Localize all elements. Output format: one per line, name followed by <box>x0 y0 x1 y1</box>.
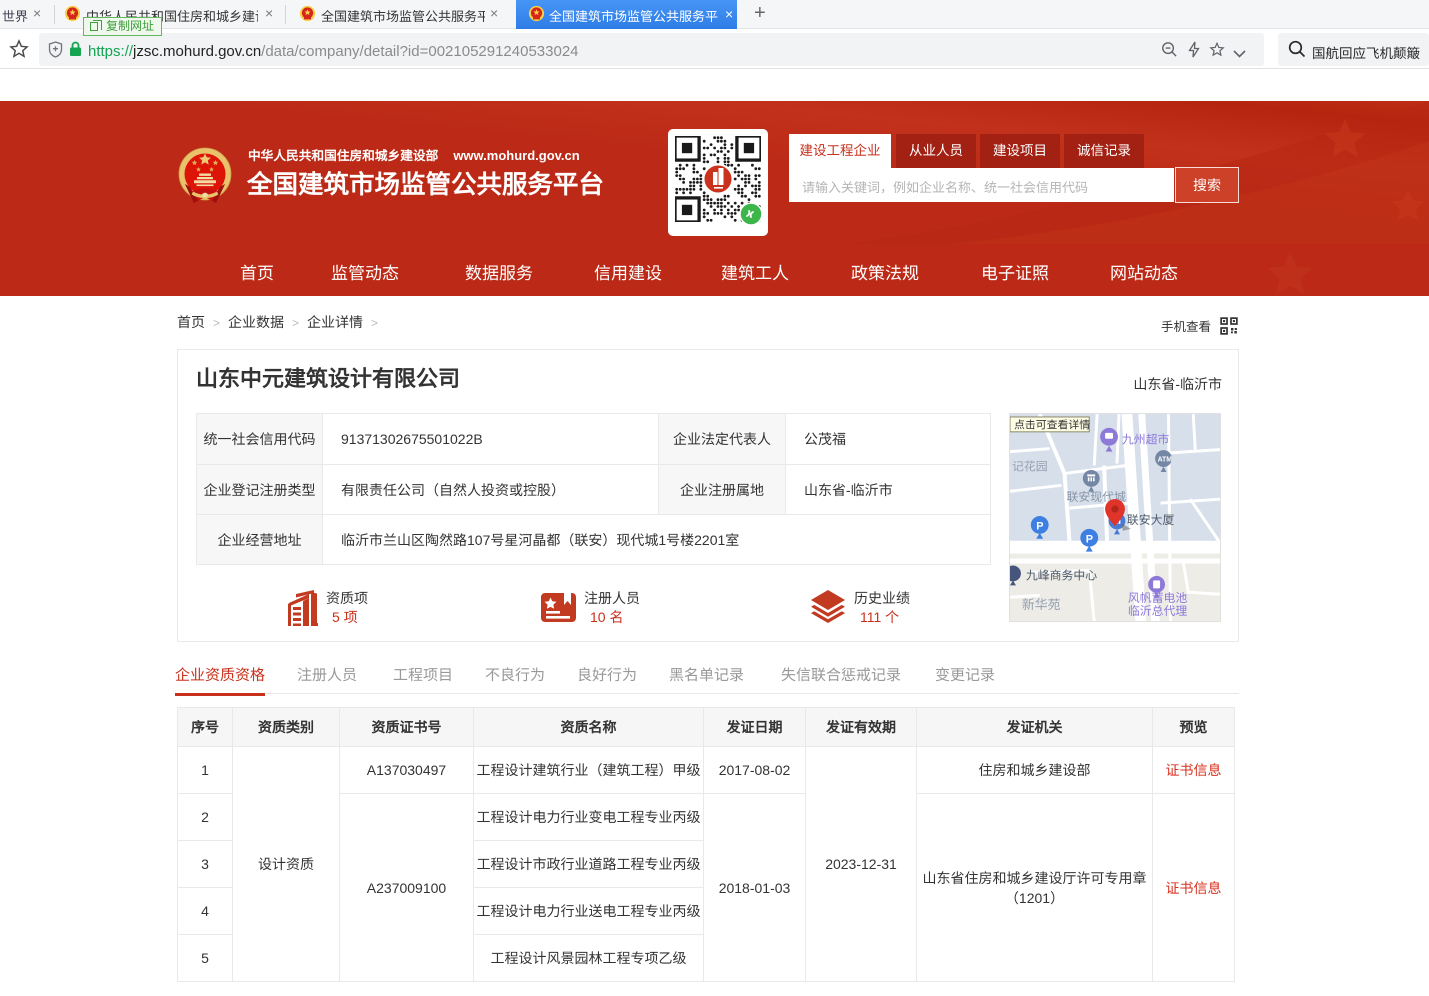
svg-text:新华苑: 新华苑 <box>1022 597 1061 612</box>
svg-text:九州超市: 九州超市 <box>1122 433 1170 447</box>
svg-text:九峰商务中心: 九峰商务中心 <box>1026 568 1097 582</box>
svg-text:ATM: ATM <box>1158 457 1173 464</box>
svg-text:临沂总代理: 临沂总代理 <box>1128 604 1187 618</box>
svg-text:记花园: 记花园 <box>1012 459 1048 473</box>
svg-text:P: P <box>1036 520 1043 532</box>
svg-text:P: P <box>1086 533 1093 545</box>
svg-text:联安大厦: 联安大厦 <box>1127 513 1175 527</box>
svg-text:点击可查看详情: 点击可查看详情 <box>1014 418 1090 431</box>
